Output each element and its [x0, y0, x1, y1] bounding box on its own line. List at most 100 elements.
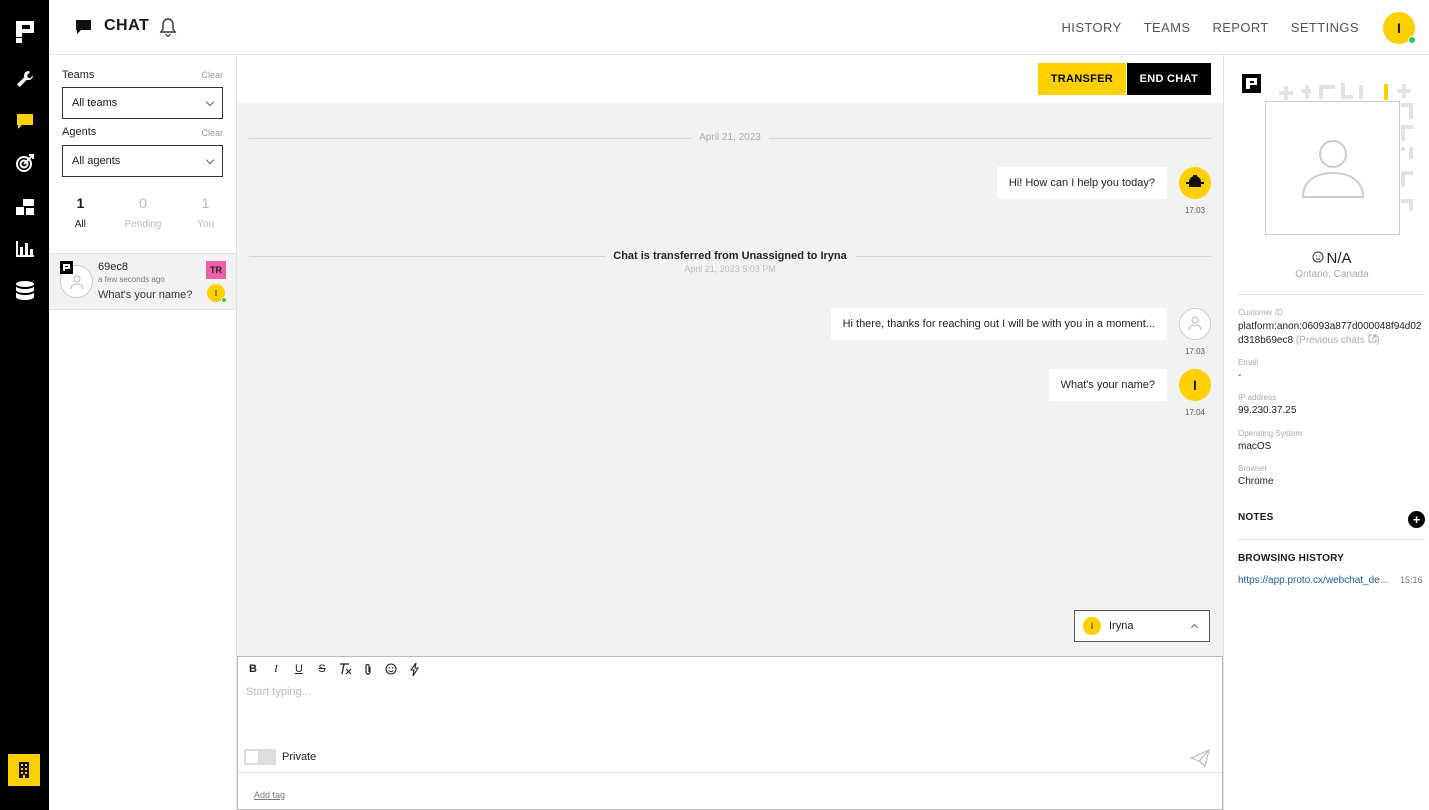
platform-logo-icon: [60, 261, 73, 277]
teams-select[interactable]: All teams: [62, 87, 223, 119]
bold-button[interactable]: B: [246, 662, 260, 676]
visitor-name-row: N/A: [1224, 250, 1429, 267]
top-nav: HISTORY TEAMS REPORT SETTINGS I: [1062, 0, 1429, 55]
private-label: Private: [282, 751, 317, 763]
message-bubble: Hi! How can I help you today?: [996, 167, 1167, 199]
previous-chats-link[interactable]: (Previous chats: [1296, 335, 1365, 346]
tab-all[interactable]: 1 All: [49, 195, 112, 230]
chat-item-message: What's your name?: [98, 289, 193, 301]
tab-pending-label: Pending: [124, 219, 162, 230]
chevron-down-icon: [205, 155, 215, 164]
chat-list-panel: Teams Clear All teams Agents Clear All a…: [49, 55, 237, 810]
browser-value: Chrome: [1238, 476, 1274, 487]
building-button[interactable]: [8, 754, 40, 786]
system-event-text: Chat is transferred from Unassigned to I…: [613, 250, 847, 262]
tab-all-count: 1: [76, 195, 85, 211]
transfer-button[interactable]: TRANSFER: [1037, 63, 1126, 95]
nav-history[interactable]: HISTORY: [1062, 20, 1122, 35]
italic-button[interactable]: I: [269, 662, 283, 676]
chevron-up-icon: [1190, 623, 1199, 632]
message-composer: B I U S Private Add tag: [237, 656, 1223, 810]
conversation-panel: TRANSFER END CHAT April 21, 2023 Hi! How…: [237, 55, 1223, 656]
divider: [1238, 539, 1425, 540]
underline-button[interactable]: U: [292, 662, 306, 676]
agents-label: Agents: [62, 126, 97, 138]
private-toggle[interactable]: [244, 749, 276, 765]
logo-icon[interactable]: [12, 19, 37, 44]
target-icon[interactable]: [12, 150, 37, 175]
divider: [1238, 294, 1425, 295]
chat-bubble-icon: [76, 20, 91, 37]
nav-report[interactable]: REPORT: [1212, 20, 1268, 35]
ip-label: IP address: [1238, 393, 1277, 402]
clear-format-icon[interactable]: [338, 662, 352, 676]
visitor-profile-panel: N/A Ontario, Canada Customer ID platform…: [1223, 55, 1429, 810]
customer-id-line2-row: d318b69ec8 (Previous chats ): [1238, 334, 1380, 346]
send-icon[interactable]: [1189, 748, 1210, 770]
end-chat-button[interactable]: END CHAT: [1126, 63, 1211, 95]
agent-selector[interactable]: I Iryna: [1074, 610, 1210, 642]
ip-value: 99.230.37.25: [1238, 405, 1297, 416]
add-note-button[interactable]: +: [1408, 511, 1425, 528]
bot-icon: [1186, 174, 1204, 192]
wrench-icon[interactable]: [12, 66, 37, 91]
assigned-agent-initial: I: [214, 288, 218, 298]
bar-chart-icon[interactable]: [12, 236, 37, 261]
email-value: -: [1238, 370, 1242, 381]
message-time: 17:04: [1184, 408, 1205, 417]
chat-icon[interactable]: [12, 109, 37, 134]
emoji-icon[interactable]: [384, 662, 398, 676]
chat-item-time: a few seconds ago: [98, 275, 165, 284]
email-label: Email: [1238, 358, 1259, 367]
browsing-history-link[interactable]: https://app.proto.cx/webchat_de...: [1238, 575, 1394, 586]
system-separator: Chat is transferred from Unassigned to I…: [249, 250, 1211, 274]
agent-selector-name: Iryna: [1109, 620, 1134, 632]
user-avatar[interactable]: I: [1383, 11, 1416, 44]
agent-avatar: I: [1179, 369, 1211, 401]
attach-icon[interactable]: [361, 662, 375, 676]
customer-id-value: platform:anon:06093a877d000048f94d02 d31…: [1238, 320, 1422, 348]
teams-label: Teams: [62, 69, 95, 81]
customer-id-line1: platform:anon:06093a877d000048f94d02: [1238, 321, 1422, 332]
agent-selector-avatar: I: [1083, 617, 1101, 635]
assigned-agent-avatar: I: [207, 284, 227, 303]
flow-icon[interactable]: [12, 194, 37, 219]
agents-clear-button[interactable]: Clear: [201, 128, 223, 138]
online-status-dot: [221, 297, 227, 303]
date-separator-label: April 21, 2023: [691, 132, 769, 143]
tab-all-label: All: [74, 219, 86, 230]
notes-heading: NOTES: [1238, 512, 1274, 523]
strikethrough-button[interactable]: S: [315, 662, 329, 676]
bell-icon[interactable]: [159, 17, 177, 40]
database-icon[interactable]: [12, 278, 37, 303]
tab-you-count: 1: [201, 195, 210, 211]
agents-select[interactable]: All agents: [62, 145, 223, 177]
agents-select-value: All agents: [72, 155, 121, 167]
external-link-icon[interactable]: [1365, 334, 1377, 346]
chat-list-item[interactable]: 69ec8 a few seconds ago What's your name…: [49, 253, 236, 310]
toggle-knob: [246, 751, 258, 763]
visitor-name: N/A: [1326, 250, 1352, 267]
visitor-avatar: [1179, 308, 1211, 340]
private-toggle-row: Private: [244, 749, 316, 765]
formatting-toolbar: B I U S: [246, 662, 430, 676]
message-time: 17:03: [1184, 347, 1205, 356]
nav-settings[interactable]: SETTINGS: [1291, 20, 1359, 35]
nav-teams[interactable]: TEAMS: [1144, 20, 1191, 35]
chat-item-name: 69ec8: [98, 261, 128, 273]
tab-pending[interactable]: 0 Pending: [112, 195, 175, 230]
tab-you-label: You: [197, 219, 215, 230]
customer-id-line2: d318b69ec8: [1238, 335, 1294, 346]
add-tag-link[interactable]: Add tag: [254, 790, 285, 800]
conversation-header: TRANSFER END CHAT: [237, 55, 1223, 103]
visitor-location: Ontario, Canada: [1295, 269, 1369, 280]
lightning-icon[interactable]: [407, 662, 421, 676]
browser-label: Browser: [1238, 464, 1268, 473]
platform-logo-icon: [1242, 74, 1261, 96]
teams-clear-button[interactable]: Clear: [201, 70, 223, 80]
message-input[interactable]: [238, 680, 1222, 745]
bot-avatar: [1179, 167, 1211, 199]
tab-you[interactable]: 1 You: [174, 195, 237, 230]
team-badge: TR: [206, 261, 226, 279]
browsing-history-time: 15:16: [1400, 575, 1423, 585]
